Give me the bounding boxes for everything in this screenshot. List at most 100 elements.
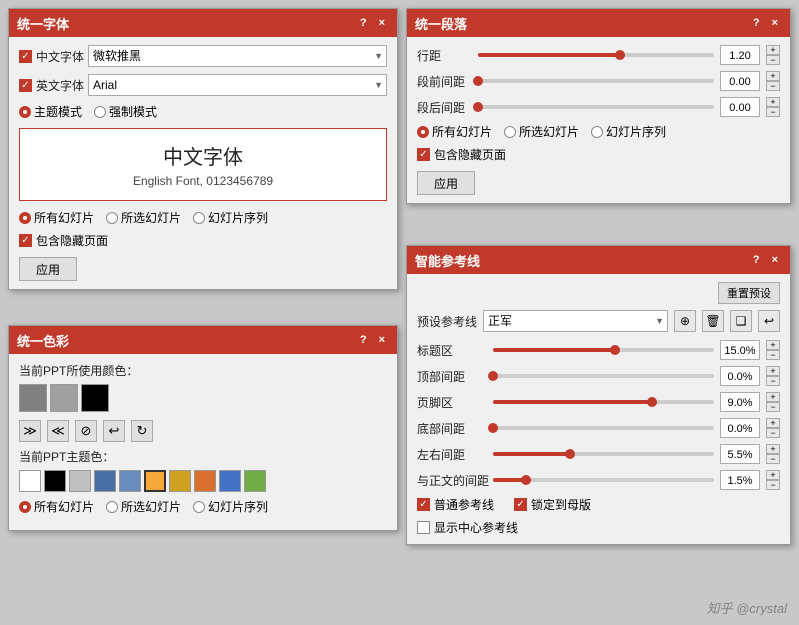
guideline-add-btn[interactable]: ⊕ [674,310,696,332]
color-action-redo[interactable]: ↻ [131,420,153,442]
theme-mode-radio[interactable]: 主题模式 [19,103,82,120]
after-para-track[interactable] [478,105,714,109]
theme-color-blue2[interactable] [219,470,241,492]
color-swatch-black[interactable] [81,384,109,412]
english-font-label: 英文字体 [36,77,84,94]
color-action-undo[interactable]: ↩ [103,420,125,442]
force-mode-radio[interactable]: 强制模式 [94,103,157,120]
color-dialog-help[interactable]: ? [356,333,371,347]
color-swatch-lightgray[interactable] [50,384,78,412]
guideline-copy-btn[interactable]: ❑ [730,310,752,332]
color-action-up[interactable]: ≪ [47,420,69,442]
top-margin-minus[interactable]: − [766,376,780,386]
top-margin-value[interactable]: 0.0% [720,366,760,386]
color-action-clear[interactable]: ⊘ [75,420,97,442]
theme-color-blue[interactable] [94,470,116,492]
guidelines-dialog-title: 智能参考线 [415,251,480,270]
chinese-font-checkbox[interactable]: ✓ [19,50,32,63]
lr-margin-minus[interactable]: − [766,454,780,464]
top-margin-track[interactable] [493,374,714,378]
before-para-track[interactable] [478,79,714,83]
common-guide-checkbox[interactable]: ✓ 普通参考线 [417,496,494,513]
bottom-margin-plus[interactable]: + [766,418,780,428]
after-para-plus[interactable]: + [766,97,780,107]
theme-color-steel[interactable] [119,470,141,492]
color-radio-selected[interactable]: 所选幻灯片 [106,498,181,515]
title-area-value[interactable]: 15.0% [720,340,760,360]
theme-color-orange[interactable] [144,470,166,492]
lock-to-master-checkbox[interactable]: ✓ 锁定到母版 [514,496,591,513]
english-font-checkbox[interactable]: ✓ [19,79,32,92]
guideline-undo-btn[interactable]: ↩ [758,310,780,332]
color-radio-sequence[interactable]: 幻灯片序列 [193,498,268,515]
color-dialog-close[interactable]: × [375,333,389,347]
guidelines-dialog-help[interactable]: ? [749,253,764,267]
color-dialog-title: 统一色彩 [17,331,69,350]
english-font-select[interactable]: Arial [88,74,387,96]
reset-preset-button[interactable]: 重置预设 [718,282,780,304]
bottom-margin-track[interactable] [493,426,714,430]
theme-color-white[interactable] [19,470,41,492]
lr-margin-plus[interactable]: + [766,444,780,454]
paragraph-dialog-close[interactable]: × [768,16,782,30]
title-area-track[interactable] [493,348,714,352]
before-para-plus[interactable]: + [766,71,780,81]
theme-color-black[interactable] [44,470,66,492]
footer-area-track[interactable] [493,400,714,404]
show-center-checkbox[interactable]: 显示中心参考线 [417,519,780,536]
paragraph-dialog-help[interactable]: ? [749,16,764,30]
para-include-hidden[interactable]: ✓ 包含隐藏页面 [417,146,506,163]
font-apply-button[interactable]: 应用 [19,257,77,281]
theme-color-silver[interactable] [69,470,91,492]
font-dialog-close[interactable]: × [375,16,389,30]
font-radio-all[interactable]: 所有幻灯片 [19,209,94,226]
english-font-row: ✓ 英文字体 Arial [19,74,387,96]
theme-color-gold[interactable] [169,470,191,492]
color-swatch-gray[interactable] [19,384,47,412]
font-dialog-help[interactable]: ? [356,16,371,30]
guidelines-dialog-close[interactable]: × [768,253,782,267]
line-spacing-minus[interactable]: − [766,55,780,65]
before-para-value[interactable]: 0.00 [720,71,760,91]
theme-color-green[interactable] [244,470,266,492]
chinese-font-select[interactable]: 微软推黑 [88,45,387,67]
paragraph-dialog-actions: ? × [749,16,782,30]
footer-area-plus-minus: + − [766,392,780,412]
bottom-margin-value[interactable]: 0.0% [720,418,760,438]
para-radio-selected[interactable]: 所选幻灯片 [504,123,579,140]
color-action-down[interactable]: ≫ [19,420,41,442]
text-margin-minus[interactable]: − [766,480,780,490]
font-radio-selected[interactable]: 所选幻灯片 [106,209,181,226]
lr-margin-value[interactable]: 5.5% [720,444,760,464]
para-radio-sequence[interactable]: 幻灯片序列 [591,123,666,140]
guideline-delete-btn[interactable]: 🗑 [702,310,724,332]
color-radio-all[interactable]: 所有幻灯片 [19,498,94,515]
before-para-minus[interactable]: − [766,81,780,91]
font-include-hidden[interactable]: ✓ 包含隐藏页面 [19,232,108,249]
footer-area-minus[interactable]: − [766,402,780,412]
title-area-label: 标题区 [417,342,487,359]
para-radio-all[interactable]: 所有幻灯片 [417,123,492,140]
title-area-plus[interactable]: + [766,340,780,350]
footer-area-value[interactable]: 9.0% [720,392,760,412]
after-para-minus[interactable]: − [766,107,780,117]
para-radio-selected-dot [504,126,516,138]
top-margin-plus[interactable]: + [766,366,780,376]
footer-area-plus[interactable]: + [766,392,780,402]
preset-select[interactable]: 正军 [483,310,668,332]
text-margin-label: 与正文的间距 [417,472,487,489]
font-radio-sequence[interactable]: 幻灯片序列 [193,209,268,226]
text-margin-track[interactable] [493,478,714,482]
line-spacing-value[interactable]: 1.20 [720,45,760,65]
text-margin-value[interactable]: 1.5% [720,470,760,490]
line-spacing-track[interactable] [478,53,714,57]
lr-margin-track[interactable] [493,452,714,456]
bottom-margin-minus[interactable]: − [766,428,780,438]
para-apply-button[interactable]: 应用 [417,171,475,195]
text-margin-plus[interactable]: + [766,470,780,480]
after-para-value[interactable]: 0.00 [720,97,760,117]
theme-color-orange2[interactable] [194,470,216,492]
line-spacing-plus[interactable]: + [766,45,780,55]
title-area-minus[interactable]: − [766,350,780,360]
font-preview-box: 中文字体 English Font, 0123456789 [19,128,387,201]
